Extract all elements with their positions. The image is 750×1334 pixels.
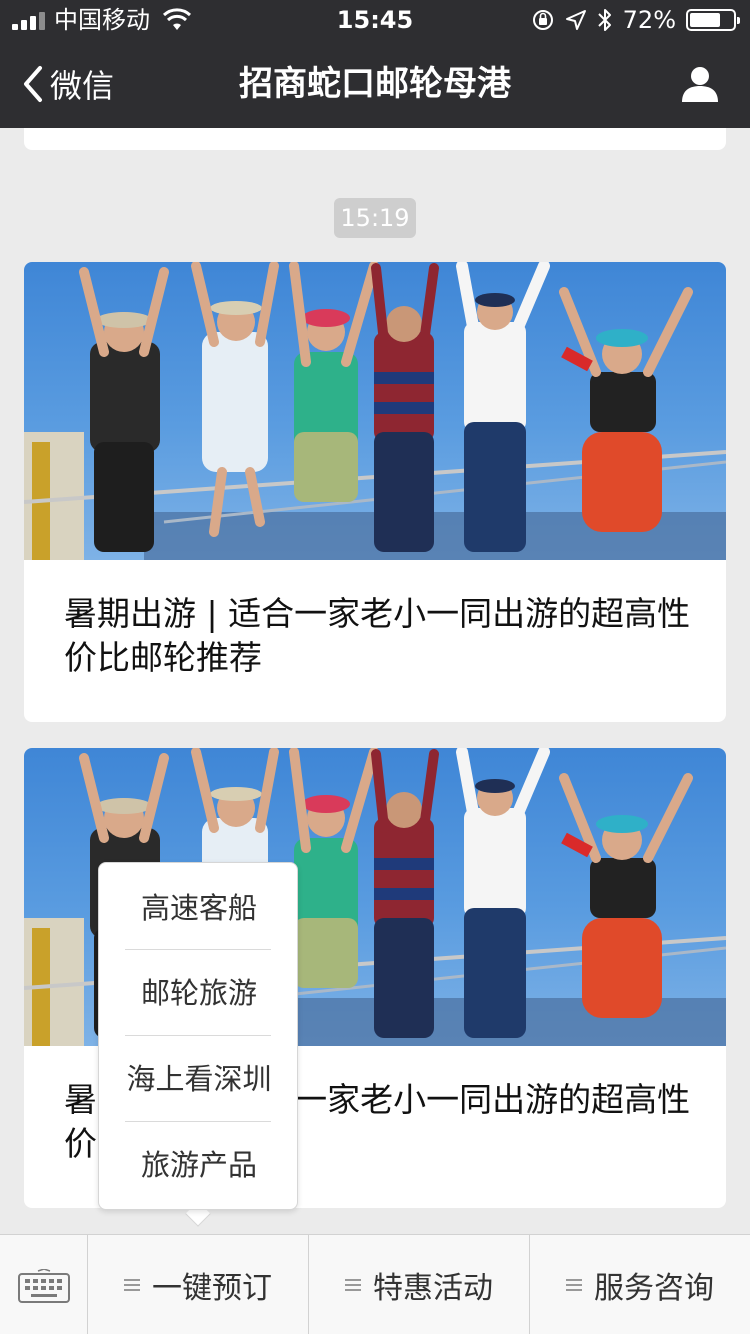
submenu-item-cruise-travel[interactable]: 邮轮旅游 bbox=[99, 950, 299, 1036]
previous-article-card[interactable] bbox=[24, 128, 726, 150]
submenu-item-sea-view-shenzhen[interactable]: 海上看深圳 bbox=[99, 1036, 299, 1122]
menu-button-label: 服务咨询 bbox=[594, 1271, 714, 1306]
menu-button-label: 一键预订 bbox=[152, 1271, 272, 1306]
article-card[interactable]: 暑期出游 | 适合一家老小一同出游的超高性价比邮轮推荐 bbox=[24, 262, 726, 722]
menu-button-label: 特惠活动 bbox=[373, 1271, 493, 1306]
submenu-popup: 高速客船 邮轮旅游 海上看深圳 旅游产品 bbox=[98, 862, 298, 1210]
nav-bar: 微信 招商蛇口邮轮母港 bbox=[0, 40, 750, 128]
menu-button-special-offers[interactable]: 特惠活动 bbox=[309, 1235, 530, 1334]
article-title: 暑期出游 | 适合一家老小一同出游的超高性价比邮轮推荐 bbox=[64, 594, 691, 677]
location-arrow-icon bbox=[565, 10, 586, 30]
profile-icon[interactable] bbox=[680, 64, 720, 104]
menu-lines-icon bbox=[345, 1279, 361, 1291]
battery-icon bbox=[686, 9, 740, 31]
battery-percent: 72% bbox=[622, 6, 676, 34]
menu-button-one-click-booking[interactable]: 一键预订 bbox=[88, 1235, 309, 1334]
keyboard-icon bbox=[18, 1269, 70, 1303]
menu-lines-icon bbox=[566, 1279, 582, 1291]
article-cover-image bbox=[24, 262, 726, 560]
bluetooth-icon bbox=[597, 9, 611, 31]
submenu-item-travel-products[interactable]: 旅游产品 bbox=[99, 1122, 299, 1208]
keyboard-toggle-button[interactable] bbox=[0, 1235, 88, 1334]
submenu-item-high-speed-ferry[interactable]: 高速客船 bbox=[99, 865, 299, 951]
rotation-lock-icon bbox=[532, 10, 553, 30]
battery-fill bbox=[690, 13, 720, 27]
top-bar: 中国移动 15:45 72% 微信 招商蛇口邮轮母港 bbox=[0, 0, 750, 128]
page-title: 招商蛇口邮轮母港 bbox=[239, 64, 511, 104]
chat-timestamp: 15:19 bbox=[334, 198, 416, 238]
menu-button-service-consultation[interactable]: 服务咨询 bbox=[530, 1235, 750, 1334]
status-bar: 中国移动 15:45 72% bbox=[0, 0, 750, 40]
bottom-menu-bar: 一键预订 特惠活动 服务咨询 bbox=[0, 1234, 750, 1334]
menu-lines-icon bbox=[124, 1279, 140, 1291]
